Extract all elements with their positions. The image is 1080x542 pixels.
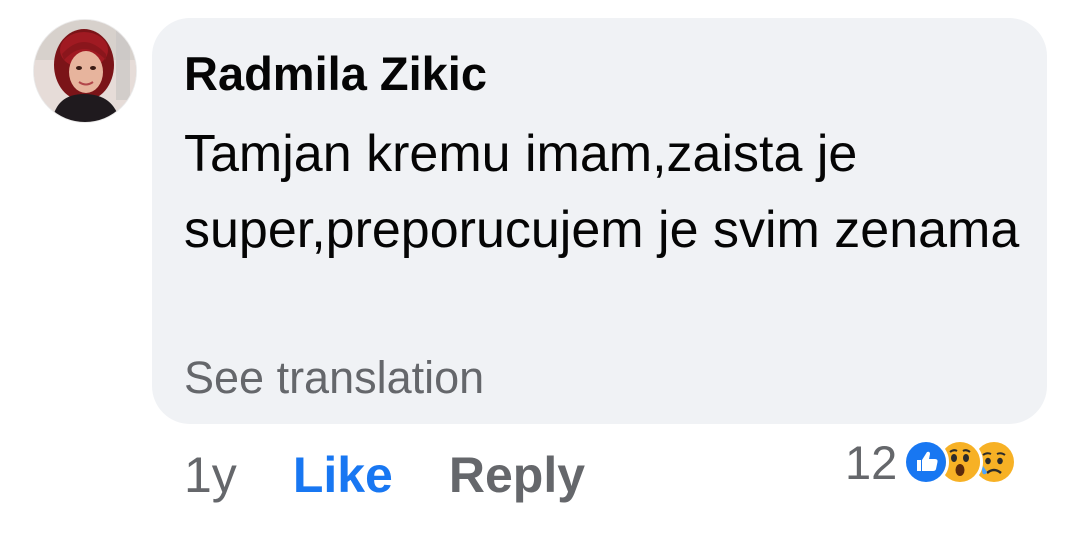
reply-button[interactable]: Reply (449, 446, 585, 504)
avatar-image (34, 20, 136, 122)
like-button[interactable]: Like (293, 446, 393, 504)
comment-author[interactable]: Radmila Zikic (184, 44, 487, 104)
comment-timestamp[interactable]: 1y (184, 446, 237, 504)
comment-text: Tamjan kremu imam,zaista je super,prepor… (184, 125, 1020, 259)
reaction-count: 12 (845, 435, 898, 489)
reaction-summary[interactable]: 12 (845, 432, 1018, 492)
comment-actions: 1y Like Reply (184, 440, 585, 510)
like-icon (903, 439, 950, 485)
see-translation-link[interactable]: See translation (184, 348, 484, 408)
reaction-icons (903, 439, 1018, 485)
comment: Radmila Zikic Tamjan kremu imam,zaista j… (0, 0, 1080, 542)
avatar[interactable] (34, 20, 136, 122)
